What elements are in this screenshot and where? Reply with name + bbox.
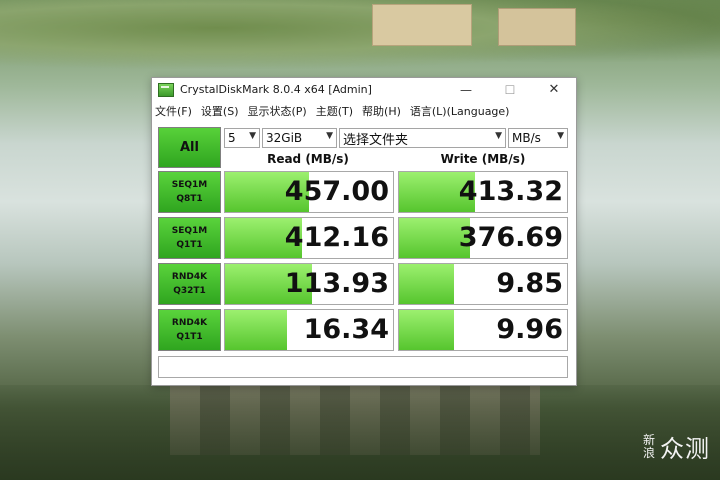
background-house	[498, 8, 576, 46]
test-button-seq1m-q1t1[interactable]: SEQ1M Q1T1	[158, 217, 221, 259]
chevron-down-icon: ▼	[326, 131, 333, 141]
app-icon	[158, 82, 174, 97]
read-column-header: Read (MB/s)	[267, 152, 349, 166]
test-label-line1: RND4K	[171, 318, 208, 328]
write-result-value: 376.69	[458, 222, 563, 253]
maximize-button[interactable]: ☐	[488, 78, 532, 101]
test-size-select[interactable]: 32GiB ▼	[262, 128, 337, 148]
test-button-rnd4k-q32t1[interactable]: RND4K Q32T1	[158, 263, 221, 305]
window-title: CrystalDiskMark 8.0.4 x64 [Admin]	[180, 83, 372, 96]
test-button-seq1m-q8t1[interactable]: SEQ1M Q8T1	[158, 171, 221, 213]
write-result-value: 413.32	[458, 176, 563, 207]
chevron-down-icon: ▼	[557, 131, 564, 141]
read-result-cell: 113.93	[224, 263, 394, 305]
write-result-bar	[399, 310, 455, 350]
test-label-line1: SEQ1M	[171, 180, 208, 190]
menu-language[interactable]: 语言(L)(Language)	[410, 103, 510, 119]
write-result-value: 9.85	[496, 268, 563, 299]
read-result-cell: 412.16	[224, 217, 394, 259]
read-result-value: 16.34	[303, 314, 389, 345]
test-row-seq1m-q1t1: SEQ1M Q1T1 412.16 376.69	[158, 217, 568, 259]
watermark-logo: 新浪 众测	[642, 429, 710, 464]
menu-settings[interactable]: 设置(S)	[201, 103, 239, 119]
comment-field[interactable]	[158, 356, 568, 378]
read-result-cell: 457.00	[224, 171, 394, 213]
test-label-line2: Q1T1	[176, 332, 203, 342]
watermark-big-text: 众测	[660, 435, 710, 463]
test-size-value: 32GiB	[266, 131, 303, 145]
chevron-down-icon: ▼	[495, 131, 502, 141]
test-row-rnd4k-q32t1: RND4K Q32T1 113.93 9.85	[158, 263, 568, 305]
write-result-cell: 9.96	[398, 309, 568, 351]
test-count-select[interactable]: 5 ▼	[224, 128, 260, 148]
test-label-line2: Q32T1	[173, 286, 206, 296]
menu-view[interactable]: 显示状态(P)	[248, 103, 307, 119]
title-bar[interactable]: CrystalDiskMark 8.0.4 x64 [Admin] — ☐ ✕	[152, 78, 576, 101]
run-all-button[interactable]: All	[158, 127, 221, 168]
write-result-value: 9.96	[496, 314, 563, 345]
write-result-cell: 376.69	[398, 217, 568, 259]
drive-value: 选择文件夹	[343, 132, 409, 148]
close-button[interactable]: ✕	[532, 78, 576, 101]
test-label-line1: SEQ1M	[171, 226, 208, 236]
write-result-bar	[399, 264, 455, 304]
test-row-seq1m-q8t1: SEQ1M Q8T1 457.00 413.32	[158, 171, 568, 213]
crystaldiskmark-window: CrystalDiskMark 8.0.4 x64 [Admin] — ☐ ✕ …	[151, 77, 577, 386]
drive-select[interactable]: 选择文件夹 ▼	[339, 128, 506, 148]
menu-bar: 文件(F) 设置(S) 显示状态(P) 主题(T) 帮助(H) 语言(L)(La…	[152, 101, 576, 120]
chevron-down-icon: ▼	[249, 131, 256, 141]
read-result-value: 412.16	[284, 222, 389, 253]
test-label-line2: Q1T1	[176, 240, 203, 250]
menu-theme[interactable]: 主题(T)	[316, 103, 353, 119]
background-hillside	[0, 0, 720, 70]
unit-select[interactable]: MB/s ▼	[508, 128, 568, 148]
read-result-cell: 16.34	[224, 309, 394, 351]
test-count-value: 5	[228, 131, 236, 145]
read-result-bar	[225, 310, 288, 350]
menu-file[interactable]: 文件(F)	[155, 103, 192, 119]
unit-value: MB/s	[512, 131, 541, 145]
test-label-line1: RND4K	[171, 272, 208, 282]
write-result-cell: 413.32	[398, 171, 568, 213]
minimize-button[interactable]: —	[444, 78, 488, 101]
write-column-header: Write (MB/s)	[440, 152, 526, 166]
test-row-rnd4k-q1t1: RND4K Q1T1 16.34 9.96	[158, 309, 568, 351]
background-trees	[0, 385, 720, 480]
read-result-value: 113.93	[284, 268, 389, 299]
read-result-value: 457.00	[284, 176, 389, 207]
test-label-line2: Q8T1	[176, 194, 203, 204]
test-button-rnd4k-q1t1[interactable]: RND4K Q1T1	[158, 309, 221, 351]
write-result-cell: 9.85	[398, 263, 568, 305]
menu-help[interactable]: 帮助(H)	[362, 103, 401, 119]
watermark-small-text: 新浪	[642, 432, 655, 460]
background-villa	[372, 4, 472, 46]
